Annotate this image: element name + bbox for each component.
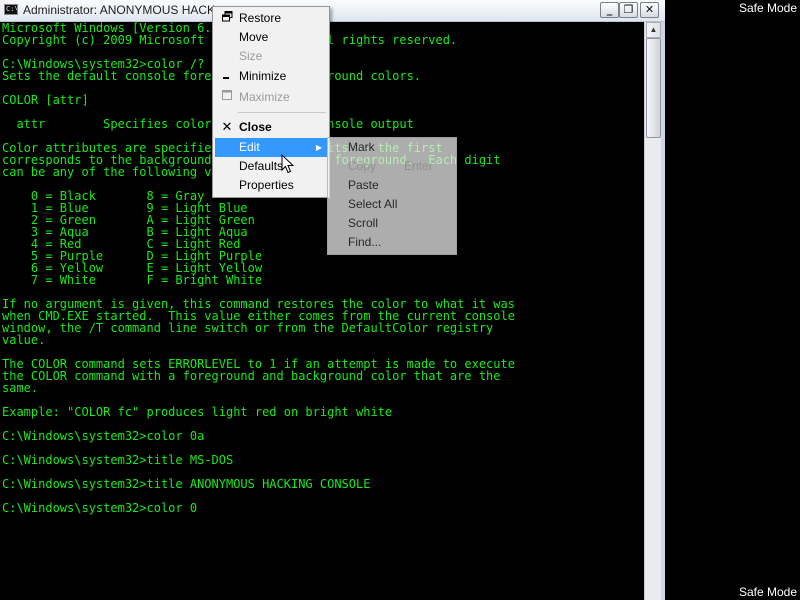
minimize-icon: _ <box>606 3 613 16</box>
minimize-icon <box>220 67 234 86</box>
window-title: Administrator: ANONYMOUS HACK <box>23 3 216 17</box>
close-icon: ✕ <box>644 3 655 16</box>
menu-item-find[interactable]: Find... <box>330 233 454 252</box>
maximize-icon: ❐ <box>623 3 634 16</box>
scrollbar-thumb[interactable] <box>646 38 661 138</box>
menu-item-close[interactable]: ✕ Close <box>215 118 327 137</box>
menu-item-scroll[interactable]: Scroll <box>330 214 454 233</box>
mouse-pointer-icon <box>281 154 295 174</box>
menu-item-label: Defaults <box>239 159 284 173</box>
menu-item-size[interactable]: Size <box>215 47 327 66</box>
scroll-up-arrow-icon[interactable]: ▲ <box>646 22 661 38</box>
menu-item-label: Close <box>239 120 272 134</box>
close-button[interactable]: ✕ <box>640 2 659 18</box>
menu-item-restore[interactable]: Restore <box>215 9 327 28</box>
menu-item-label: Minimize <box>239 69 287 83</box>
menu-item-copy[interactable]: Copy Enter <box>330 157 454 176</box>
menu-item-defaults[interactable]: Defaults <box>215 157 327 176</box>
menu-separator <box>238 112 326 113</box>
menu-item-shortcut: Enter <box>404 159 433 173</box>
menu-item-label: Scroll <box>348 216 379 230</box>
vertical-scrollbar[interactable]: ▲ <box>644 22 662 600</box>
restore-icon <box>220 9 234 28</box>
system-menu: Restore Move Size Minimize Maximize ✕ Cl… <box>212 6 330 198</box>
menu-item-move[interactable]: Move <box>215 28 327 47</box>
menu-item-edit[interactable]: Edit ▶ <box>215 138 327 157</box>
menu-item-label: Size <box>239 49 263 63</box>
menu-item-select-all[interactable]: Select All <box>330 195 454 214</box>
menu-item-label: Mark <box>348 140 375 154</box>
safe-mode-label-top: Safe Mode <box>738 1 797 15</box>
edit-submenu: Mark Copy Enter Paste Select All Scroll … <box>327 137 457 255</box>
minimize-button[interactable]: _ <box>600 2 619 18</box>
menu-item-label: Select All <box>348 197 398 211</box>
menu-item-label: Copy <box>348 159 377 173</box>
menu-item-label: Edit <box>239 140 260 154</box>
menu-item-minimize[interactable]: Minimize <box>215 67 327 86</box>
safe-mode-label-bottom: Safe Mode <box>738 585 797 599</box>
title-bar[interactable]: C:\ Administrator: ANONYMOUS HACK _ ❐ ✕ <box>0 0 665 22</box>
menu-item-label: Find... <box>348 235 382 249</box>
menu-item-label: Paste <box>348 178 379 192</box>
desktop-background <box>665 0 800 600</box>
maximize-icon <box>220 88 234 107</box>
menu-item-maximize[interactable]: Maximize <box>215 88 327 107</box>
menu-item-mark[interactable]: Mark <box>330 138 454 157</box>
cmd-icon[interactable]: C:\ <box>4 4 18 15</box>
menu-item-label: Move <box>239 30 269 44</box>
menu-item-label: Properties <box>239 178 294 192</box>
maximize-button[interactable]: ❐ <box>619 2 638 18</box>
submenu-arrow-icon: ▶ <box>315 143 322 152</box>
console-window: C:\ Administrator: ANONYMOUS HACK _ ❐ ✕ … <box>0 0 665 600</box>
menu-item-properties[interactable]: Properties <box>215 176 327 195</box>
menu-item-label: Maximize <box>239 90 290 104</box>
menu-item-label: Restore <box>239 11 282 25</box>
menu-item-paste[interactable]: Paste <box>330 176 454 195</box>
close-icon: ✕ <box>221 120 233 135</box>
